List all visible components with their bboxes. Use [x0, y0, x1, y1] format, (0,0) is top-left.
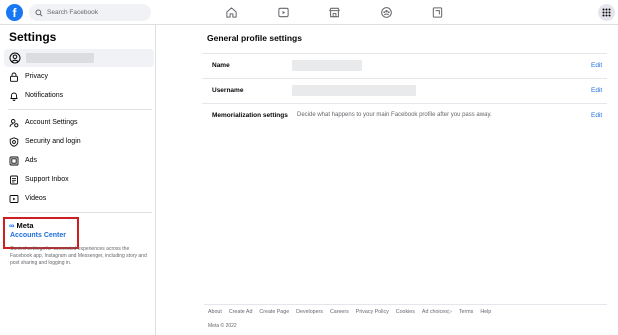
meta-label: Meta [16, 221, 34, 230]
top-navigation-bar: f [0, 0, 618, 25]
lock-icon [10, 72, 18, 82]
sidebar-item-notifications[interactable]: Notifications [4, 87, 154, 104]
sidebar-item-videos[interactable]: Videos [4, 190, 154, 207]
sidebar-title: Settings [9, 30, 57, 44]
profile-name-redacted [26, 53, 94, 63]
sidebar-item-privacy[interactable]: Privacy [4, 68, 154, 85]
footer-divider [204, 304, 607, 305]
facebook-logo-letter: f [12, 5, 17, 20]
sidebar-item-label: Support Inbox [25, 176, 69, 183]
footer-links: About Create Ad Create Page Developers C… [208, 309, 491, 315]
ads-icon [9, 156, 19, 165]
search-box[interactable] [29, 4, 151, 21]
footer-link-privacy-policy[interactable]: Privacy Policy [356, 309, 389, 315]
menu-button[interactable] [598, 4, 615, 21]
video-icon[interactable] [276, 5, 290, 19]
memorialization-edit-link[interactable]: Edit [591, 112, 602, 119]
footer-link-terms[interactable]: Terms [459, 309, 473, 315]
memorialization-label: Memorialization settings [212, 112, 288, 119]
groups-icon[interactable] [379, 5, 393, 19]
footer-link-create-page[interactable]: Create Page [259, 309, 289, 315]
footer-link-about[interactable]: About [208, 309, 222, 315]
name-label: Name [212, 62, 230, 69]
sidebar-item-label: Videos [25, 195, 47, 202]
sidebar-divider [8, 212, 152, 213]
search-icon [35, 8, 43, 17]
footer-link-ad-choices-label: Ad choices [421, 309, 448, 315]
sidebar-item-security[interactable]: Security and login [4, 133, 154, 150]
sidebar-item-label: Ads [25, 157, 38, 164]
sidebar-item-label: Security and login [25, 138, 81, 145]
shield-icon [9, 136, 19, 147]
footer-link-help[interactable]: Help [480, 309, 491, 315]
support-inbox-icon [10, 175, 18, 184]
sidebar-item-label: Account Settings [25, 119, 78, 126]
footer-link-ad-choices[interactable]: Ad choices▷ [422, 309, 452, 315]
home-icon[interactable] [224, 5, 238, 19]
sidebar-item-support-inbox[interactable]: Support Inbox [4, 171, 154, 188]
sidebar-item-label: Privacy [25, 73, 48, 80]
account-settings-icon [9, 118, 19, 127]
search-input[interactable] [47, 9, 147, 16]
settings-sidebar: Settings Privacy Notifications Account S… [0, 25, 156, 335]
meta-logo: ∞ Meta [9, 221, 34, 230]
main-divider [202, 78, 607, 79]
copyright-text: Meta © 2022 [208, 323, 237, 329]
footer-link-create-ad[interactable]: Create Ad [229, 309, 253, 315]
name-value-redacted [292, 60, 362, 71]
sidebar-divider [8, 109, 152, 110]
ad-choices-icon: ▷ [447, 309, 452, 315]
username-edit-link[interactable]: Edit [591, 87, 602, 94]
grid-menu-icon [602, 8, 611, 17]
name-edit-link[interactable]: Edit [591, 62, 602, 69]
memorialization-description: Decide what happens to your main Faceboo… [297, 112, 492, 118]
user-circle-icon [9, 52, 21, 64]
footer-link-developers[interactable]: Developers [296, 309, 323, 315]
meta-infinity-icon: ∞ [9, 221, 15, 230]
accounts-center-link[interactable]: Accounts Center [10, 232, 66, 239]
gaming-icon[interactable] [430, 5, 444, 19]
main-content: General profile settings Name Edit Usern… [157, 25, 618, 335]
sidebar-item-label: Notifications [25, 92, 64, 99]
marketplace-icon[interactable] [327, 5, 341, 19]
videos-icon [9, 194, 19, 203]
footer-link-cookies[interactable]: Cookies [396, 309, 415, 315]
main-divider [202, 53, 607, 54]
main-divider [202, 103, 607, 104]
username-label: Username [212, 87, 244, 94]
accounts-center-description: Control settings for connected experienc… [10, 246, 147, 266]
sidebar-item-ads[interactable]: Ads [4, 152, 154, 169]
sidebar-item-profile[interactable] [4, 49, 154, 67]
sidebar-item-account-settings[interactable]: Account Settings [4, 114, 154, 131]
page-title: General profile settings [207, 33, 302, 43]
footer-link-careers[interactable]: Careers [330, 309, 349, 315]
username-value-redacted [292, 85, 416, 96]
facebook-logo[interactable]: f [6, 4, 23, 21]
bell-icon [10, 92, 18, 101]
